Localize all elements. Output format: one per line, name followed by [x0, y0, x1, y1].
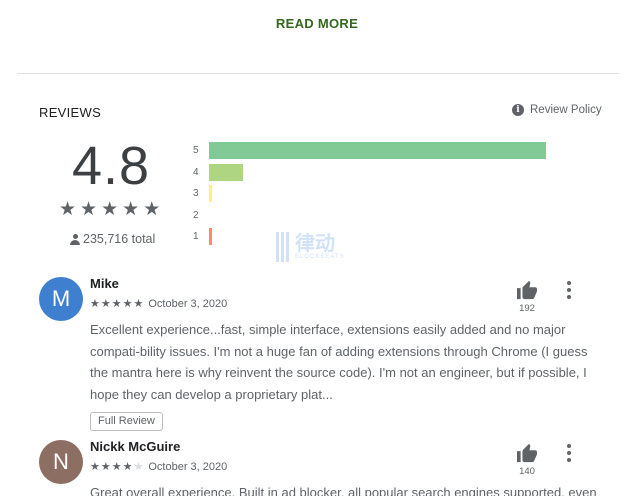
review-text: Excellent experience...fast, simple inte…: [90, 322, 588, 402]
star-icon: ★: [59, 199, 77, 220]
average-rating-stars: ★ ★ ★ ★ ★: [59, 200, 160, 220]
histogram-row: 4: [193, 162, 553, 184]
read-more-link[interactable]: READ MORE: [0, 16, 634, 31]
watermark-text: 律动: [295, 233, 335, 255]
person-icon: [70, 233, 80, 245]
reviewer-name: Nickk McGuire: [90, 439, 181, 454]
histogram-row-label: 2: [193, 209, 199, 221]
star-icon: ★: [111, 461, 122, 473]
reviews-heading: REVIEWS: [39, 105, 102, 120]
average-rating: 4.8: [72, 136, 151, 196]
review-text: Great overall experience. Built in ad bl…: [90, 485, 600, 496]
total-ratings-label: 235,716 total: [83, 232, 156, 246]
star-icon: ★: [100, 298, 111, 310]
star-icon: ★: [90, 461, 100, 473]
review-rating: ★ ★ ★ ★ ★ October 3, 2020: [90, 461, 227, 473]
thumbs-up-icon[interactable]: [516, 443, 538, 463]
avatar[interactable]: M: [39, 277, 83, 321]
full-review-button[interactable]: Full Review: [90, 412, 163, 431]
review-date: October 3, 2020: [148, 298, 228, 310]
info-icon: i: [512, 104, 524, 116]
star-icon: ★: [133, 461, 144, 473]
histogram-bar: [209, 185, 213, 203]
star-icon: ★: [122, 298, 133, 310]
histogram-row: 2: [193, 205, 553, 227]
histogram-row: 5: [193, 140, 553, 162]
histogram-bar: [209, 142, 546, 160]
histogram-row: 3: [193, 183, 553, 205]
more-options-icon[interactable]: [564, 281, 574, 299]
star-icon: ★: [133, 298, 144, 310]
star-icon: ★: [122, 199, 140, 220]
star-icon: ★: [111, 298, 122, 310]
thumbs-up-icon[interactable]: [516, 280, 538, 300]
watermark-subtext: BLOCKBEATS: [295, 254, 345, 260]
avatar[interactable]: N: [39, 440, 83, 484]
histogram-row-label: 5: [193, 145, 199, 157]
histogram-row-label: 3: [193, 188, 199, 200]
helpful-count: 140: [519, 466, 535, 477]
star-icon: ★: [122, 461, 133, 473]
star-icon: ★: [143, 199, 161, 220]
star-icon: ★: [100, 461, 111, 473]
star-icon: ★: [80, 199, 98, 220]
section-divider: [17, 73, 619, 74]
review-policy-link[interactable]: i Review Policy: [512, 104, 602, 116]
rating-histogram: 5 4 3 2 1: [193, 140, 553, 248]
histogram-bar: [209, 228, 213, 246]
total-ratings: 235,716 total: [70, 232, 155, 246]
star-icon: ★: [101, 199, 119, 220]
histogram-bar: [209, 163, 243, 181]
review-date: October 3, 2020: [148, 461, 228, 473]
histogram-row-label: 4: [193, 166, 199, 178]
more-options-icon[interactable]: [564, 444, 574, 462]
reviewer-name: Mike: [90, 276, 119, 291]
helpful-count: 192: [519, 303, 535, 314]
review-rating: ★ ★ ★ ★ ★ October 3, 2020: [90, 298, 227, 310]
histogram-row: 1: [193, 226, 553, 248]
histogram-row-label: 1: [193, 231, 199, 243]
watermark-logo: 律动 BLOCKBEATS: [276, 232, 345, 262]
star-icon: ★: [90, 298, 100, 310]
review-policy-label: Review Policy: [530, 104, 602, 116]
